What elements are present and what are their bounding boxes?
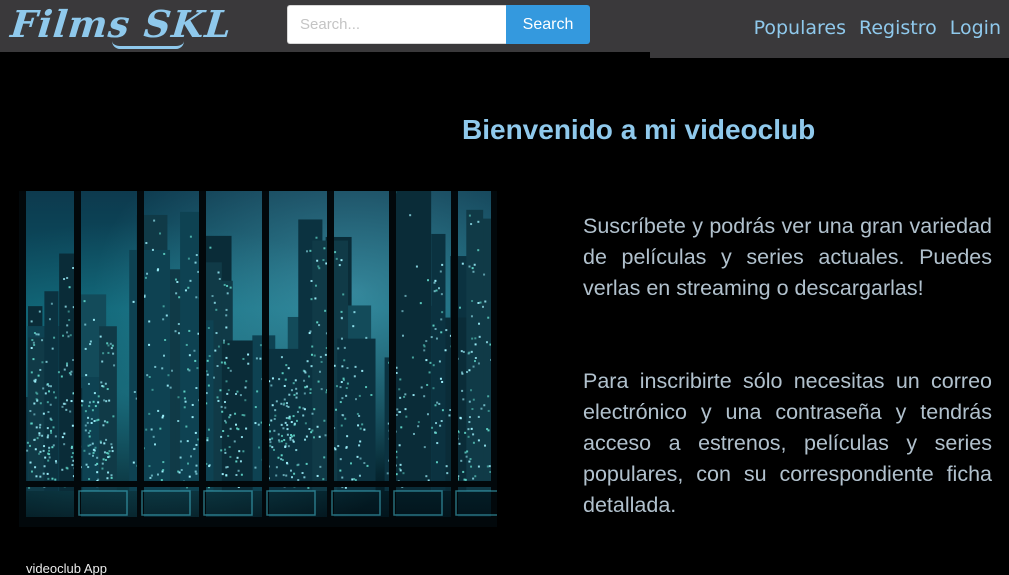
description-paragraph: Suscríbete y podrás ver una gran varieda…	[583, 214, 992, 300]
image-caption: videoclub App	[26, 561, 107, 575]
nav-link-populares[interactable]: Populares	[754, 17, 846, 39]
description-paragraph: Para inscribirte sólo necesitas un corre…	[583, 369, 992, 517]
brand-swash	[112, 41, 184, 49]
hero-image	[19, 191, 497, 527]
search-input[interactable]	[287, 5, 507, 44]
nav-link-login[interactable]: Login	[950, 17, 1001, 39]
navbar: Films SKL Search Populares Registro Logi…	[0, 0, 1009, 58]
nav-links: Populares Registro Login	[754, 17, 1001, 39]
nav-link-registro[interactable]: Registro	[859, 17, 937, 39]
search-button[interactable]: Search	[506, 5, 590, 44]
brand-logo[interactable]: Films SKL	[9, 2, 235, 46]
page-title: Bienvenido a mi videoclub	[462, 114, 816, 145]
city-skyline-illustration	[19, 191, 497, 527]
navbar-edge	[0, 52, 650, 58]
